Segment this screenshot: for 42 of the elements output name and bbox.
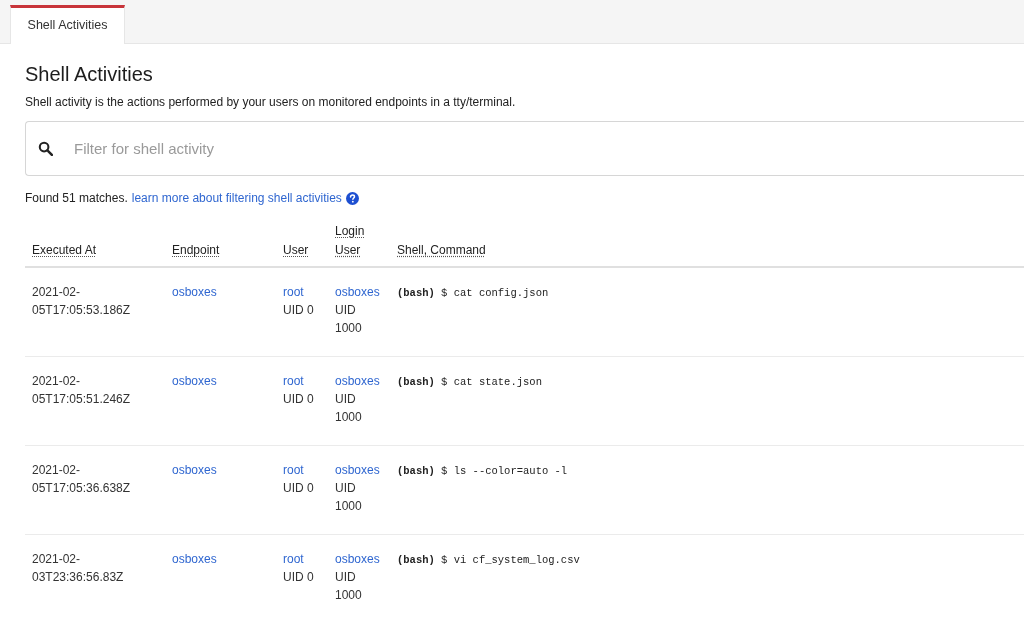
login-user-link[interactable]: osboxes — [335, 372, 382, 390]
page-title: Shell Activities — [25, 62, 154, 86]
command-text: (bash) $ cat config.json — [397, 287, 549, 299]
endpoint-link[interactable]: osboxes — [172, 552, 217, 566]
user-link[interactable]: root — [283, 372, 320, 390]
login-uid-text: UID 1000 — [335, 569, 363, 604]
column-header: Shell, Command — [397, 243, 486, 257]
column-header: Endpoint — [172, 243, 220, 257]
endpoint-link[interactable]: osboxes — [172, 374, 217, 388]
login-uid-text: UID 1000 — [335, 391, 363, 426]
login-uid-text: UID 1000 — [335, 480, 363, 515]
uid-text: UID 0 — [283, 391, 315, 408]
timestamp-text: 2021-02-05T17:05:36.638Z — [32, 463, 131, 495]
endpoint-link[interactable]: osboxes — [172, 463, 217, 477]
user-link[interactable]: root — [283, 283, 320, 301]
help-link[interactable]: learn more about filtering shell activities — [131, 190, 342, 206]
timestamp-text: 2021-02-03T23:36:56.83Z — [32, 552, 124, 584]
search-field[interactable]: Filter for shell activity — [25, 121, 1024, 176]
column-header: Login User — [335, 224, 365, 257]
user-link[interactable]: root — [283, 550, 320, 568]
command-text: (bash) $ vi cf_system_log.csv — [397, 554, 580, 566]
command-text: (bash) $ cat state.json — [397, 376, 542, 388]
match-count: Found 51 matches. — [25, 190, 128, 206]
timestamp-text: 2021-02-05T17:05:53.186Z — [32, 285, 131, 317]
uid-text: UID 0 — [283, 569, 315, 586]
command-text: (bash) $ ls --color=auto -l — [397, 465, 568, 477]
user-link[interactable]: root — [283, 461, 320, 479]
endpoint-link[interactable]: osboxes — [172, 285, 217, 299]
uid-text: UID 0 — [283, 480, 315, 497]
search-input[interactable]: Filter for shell activity — [74, 140, 1024, 157]
help-icon[interactable] — [345, 191, 359, 205]
timestamp-text: 2021-02-05T17:05:51.246Z — [32, 374, 131, 406]
login-user-link[interactable]: osboxes — [335, 283, 382, 301]
uid-text: UID 0 — [283, 302, 315, 319]
column-header: User — [283, 243, 309, 257]
page-description: Shell activity is the actions performed by your users on monitored endpoints in a tty/terminal. — [25, 94, 517, 110]
column-header: Executed At — [32, 243, 97, 257]
login-user-link[interactable]: osboxes — [335, 550, 382, 568]
search-icon — [38, 141, 53, 156]
login-user-link[interactable]: osboxes — [335, 461, 382, 479]
tab[interactable]: Shell Activities — [10, 5, 125, 44]
login-uid-text: UID 1000 — [335, 302, 363, 337]
